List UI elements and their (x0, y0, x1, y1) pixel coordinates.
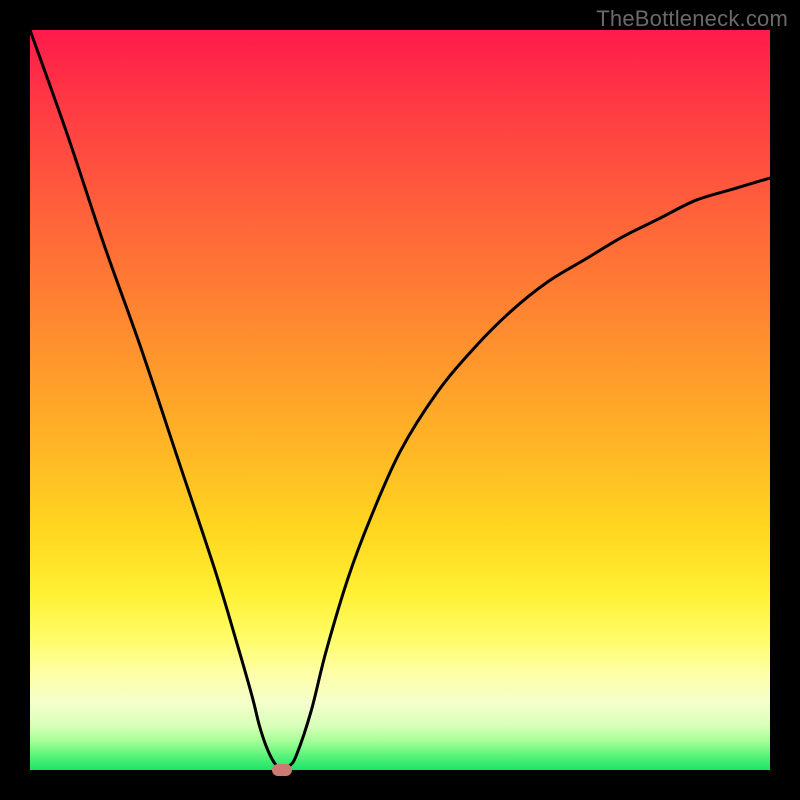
curve-svg (30, 30, 770, 770)
bottleneck-curve (30, 30, 770, 770)
plot-area (30, 30, 770, 770)
watermark-text: TheBottleneck.com (596, 6, 788, 32)
chart-frame: TheBottleneck.com (0, 0, 800, 800)
optimum-marker (272, 764, 292, 776)
